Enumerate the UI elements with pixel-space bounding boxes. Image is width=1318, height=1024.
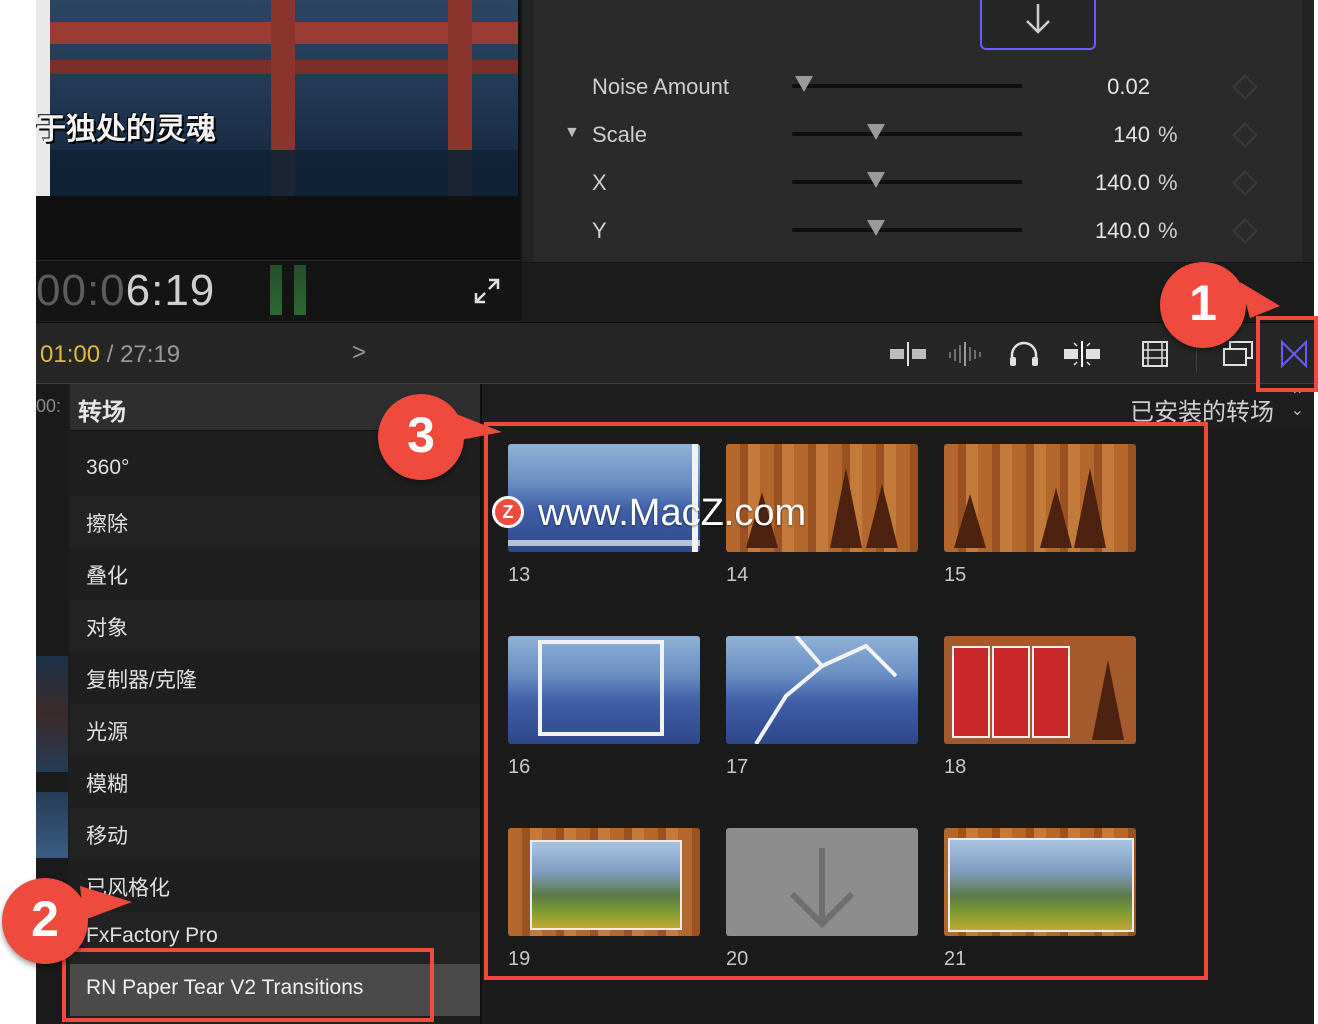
paper-tear-edge [36, 0, 50, 196]
param-unit: % [1158, 218, 1178, 243]
category-blurs[interactable]: 模糊 [70, 756, 480, 808]
x-slider-knob[interactable] [867, 172, 885, 188]
param-label: Noise Amount [592, 74, 729, 99]
param-value[interactable]: 0.02 [1030, 74, 1150, 100]
category-lights[interactable]: 光源 [70, 704, 480, 756]
filmstrip-icon[interactable] [1136, 339, 1176, 369]
video-subtitle: 于独处的灵魂 [36, 112, 216, 147]
chevron-right-icon[interactable]: > [352, 339, 366, 367]
category-dissolve[interactable]: 叠化 [70, 548, 480, 600]
total-duration: 27:19 [120, 341, 181, 368]
download-button[interactable] [980, 0, 1096, 50]
window-stack-icon[interactable] [1218, 339, 1258, 369]
scale-slider-track[interactable] [792, 132, 1022, 136]
category-label: 移动 [86, 825, 128, 848]
category-label: 叠化 [86, 565, 128, 588]
param-unit: % [1158, 122, 1178, 147]
category-label: 对象 [86, 617, 128, 640]
watermark-logo: Z [492, 496, 524, 528]
category-replicator-clones[interactable]: 复制器/克隆 [70, 652, 480, 704]
watermark-logo-letter: Z [502, 502, 514, 522]
skimming-icon[interactable] [1062, 339, 1102, 369]
y-slider-knob[interactable] [867, 220, 885, 236]
param-noise-amount: Noise Amount 0.02 [534, 66, 1302, 106]
category-label: 模糊 [86, 773, 128, 796]
water [36, 150, 518, 196]
video-frame: 于独处的灵魂 [36, 0, 518, 196]
clip-split-icon[interactable] [888, 339, 928, 369]
timecode-bright: 6:19 [125, 266, 216, 315]
inspector-panel: Noise Amount 0.02 ▼ Scale 140 % X 140.0 [534, 0, 1302, 262]
y-slider-track[interactable] [792, 228, 1022, 232]
sort-arrows-icon[interactable]: ⌃ ⌄ [1291, 389, 1304, 419]
param-x: X 140.0 % [534, 162, 1302, 202]
annotation-arrow-3-icon [446, 410, 502, 442]
category-label: 复制器/克隆 [86, 669, 197, 692]
category-movements[interactable]: 移动 [70, 808, 480, 860]
disclosure-triangle-icon[interactable]: ▼ [564, 124, 580, 142]
category-label: 360° [86, 456, 130, 479]
param-y: Y 140.0 % [534, 210, 1302, 250]
param-value[interactable]: 140.0 [1030, 170, 1150, 196]
param-unit: % [1158, 170, 1178, 195]
download-arrow-icon [1026, 4, 1050, 34]
param-scale: ▼ Scale 140 % [534, 114, 1302, 154]
headphones-icon[interactable] [1004, 339, 1044, 369]
sidebar-title: 转场 [78, 399, 126, 426]
current-time: 01:00 [40, 341, 101, 368]
noise-slider-knob[interactable] [795, 76, 813, 92]
param-value[interactable]: 140.0 [1030, 218, 1150, 244]
category-label: 光源 [86, 721, 128, 744]
fullscreen-icon[interactable] [472, 276, 502, 306]
keyframe-diamond-icon[interactable] [1232, 170, 1258, 196]
annotation-arrow-1-icon [1240, 282, 1280, 318]
annotation-box-2 [62, 948, 434, 1022]
audio-waveform-icon[interactable] [946, 339, 986, 369]
noise-slider-track[interactable] [792, 84, 1022, 88]
category-wipe[interactable]: 擦除 [70, 496, 480, 548]
viewer-timecode: 00:06:19 [36, 266, 215, 316]
timeline-clip[interactable] [36, 656, 68, 772]
category-objects[interactable]: 对象 [70, 600, 480, 652]
audio-meter-left [270, 265, 282, 315]
keyframe-diamond-icon[interactable] [1232, 218, 1258, 244]
param-value[interactable]: 140 [1030, 122, 1150, 148]
annotation-arrow-2-icon [80, 886, 132, 920]
timecode-dim: 00:0 [36, 266, 126, 315]
param-label: Y [592, 218, 607, 243]
category-label: 擦除 [86, 513, 128, 536]
timeline-toolbar: 01:00 / 27:19 > [36, 322, 1314, 385]
param-label: X [592, 170, 607, 195]
strip-timecode: 00: [36, 396, 62, 416]
viewer: 于独处的灵魂 [36, 0, 520, 260]
x-slider-track[interactable] [792, 180, 1022, 184]
watermark-text: www.MacZ.com [538, 492, 807, 534]
param-label: Scale [592, 122, 648, 147]
time-separator: / [100, 341, 121, 368]
timeline-timecode: 01:00 / 27:19 [40, 341, 180, 369]
keyframe-diamond-icon[interactable] [1232, 122, 1258, 148]
scale-slider-knob[interactable] [867, 124, 885, 140]
timeline-clip[interactable] [36, 792, 68, 858]
keyframe-diamond-icon[interactable] [1232, 74, 1258, 100]
audio-meter-right [294, 265, 306, 315]
